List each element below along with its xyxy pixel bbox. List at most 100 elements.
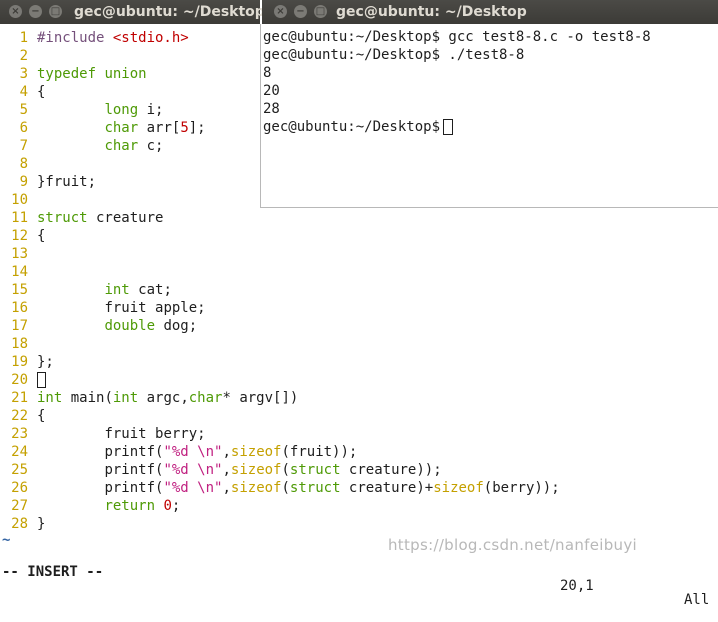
maximize-icon[interactable]: □ — [314, 5, 327, 18]
type-keyword: int — [112, 390, 139, 406]
keyword: return — [104, 498, 156, 514]
code-text: ( — [281, 480, 290, 496]
sizeof-keyword: sizeof — [230, 480, 282, 496]
line-number: 25 — [11, 462, 28, 478]
line-number: 19 — [11, 354, 28, 370]
line-number: 22 — [11, 408, 28, 424]
header-text: <stdio.h> — [112, 30, 189, 46]
type-keyword: char — [104, 138, 139, 154]
terminal-line: gec@ubuntu:~/Desktop$ ./test8-8 — [263, 47, 525, 63]
type-keyword: int — [37, 390, 63, 406]
code-text: }; — [37, 354, 54, 370]
code-text: printf( — [104, 462, 164, 478]
code-text: printf( — [104, 480, 164, 496]
code-text: , — [222, 480, 231, 496]
code-text: { — [37, 408, 46, 424]
line-number: 12 — [11, 228, 28, 244]
code-text: fruit berry; — [104, 426, 206, 442]
code-text: fruit apple; — [104, 300, 206, 316]
code-line: 17 double dog; — [0, 317, 560, 335]
line-number: 5 — [19, 102, 28, 118]
line-number: 3 — [19, 66, 28, 82]
line-number: 15 — [11, 282, 28, 298]
code-text: }fruit; — [37, 174, 97, 190]
type-keyword: char — [188, 390, 223, 406]
code-line: 28} — [0, 515, 560, 533]
close-icon[interactable]: × — [274, 5, 287, 18]
terminal-prompt-line[interactable]: gec@ubuntu:~/Desktop$ — [263, 118, 651, 136]
terminal-output[interactable]: gec@ubuntu:~/Desktop$ gcc test8-8.c -o t… — [263, 28, 651, 136]
preprocessor-text: #include — [37, 30, 113, 46]
terminal-line: 8 — [263, 65, 272, 81]
code-text: main( — [62, 390, 113, 406]
line-number: 2 — [19, 48, 28, 64]
type-keyword: double — [104, 318, 156, 334]
line-number: 11 — [11, 210, 28, 226]
code-text: creature — [87, 210, 164, 226]
code-line: 23 fruit berry; — [0, 425, 560, 443]
line-number: 20 — [11, 372, 28, 388]
sizeof-keyword: sizeof — [230, 462, 282, 478]
code-line: 15 int cat; — [0, 281, 560, 299]
code-text: creature)+ — [340, 480, 434, 496]
type-keyword: long — [104, 102, 139, 118]
code-line: 26 printf("%d \n",sizeof(struct creature… — [0, 479, 560, 497]
line-number: 14 — [11, 264, 28, 280]
code-line: 16 fruit apple; — [0, 299, 560, 317]
editor-window-title: gec@ubuntu: ~/Desktop — [74, 4, 265, 20]
scroll-indicator: All — [684, 592, 710, 608]
code-line-current: 20 — [0, 371, 560, 389]
keyword: typedef — [37, 66, 97, 82]
terminal-line: 28 — [263, 101, 280, 117]
minimize-icon[interactable]: − — [294, 5, 307, 18]
code-line: 27 return 0; — [0, 497, 560, 515]
code-text: ( — [281, 462, 290, 478]
code-line: 13 — [0, 245, 560, 263]
code-text: { — [37, 84, 46, 100]
line-number: 23 — [11, 426, 28, 442]
code-line: 19}; — [0, 353, 560, 371]
code-text: cat; — [129, 282, 172, 298]
code-line: 14 — [0, 263, 560, 281]
code-text: , — [222, 444, 231, 460]
type-keyword: int — [104, 282, 130, 298]
code-text: ]; — [188, 120, 206, 136]
sizeof-keyword: sizeof — [433, 480, 484, 496]
cursor-position: 20,1 — [560, 578, 594, 594]
mode-indicator: -- INSERT -- — [2, 564, 104, 580]
vim-status-bar: -- INSERT -- 20,1 All — [0, 551, 718, 607]
code-line: 18 — [0, 335, 560, 353]
string-literal: "%d \n" — [163, 444, 223, 460]
code-line: 22 { — [0, 407, 560, 425]
keyword: struct — [289, 462, 341, 478]
line-number: 16 — [11, 300, 28, 316]
line-number: 24 — [11, 444, 28, 460]
terminal-titlebar: × − □ gec@ubuntu: ~/Desktop — [262, 0, 718, 24]
code-line: 12 { — [0, 227, 560, 245]
code-text: dog; — [155, 318, 198, 334]
code-text: arr[ — [138, 120, 181, 136]
sizeof-keyword: sizeof — [230, 444, 282, 460]
keyword: struct — [289, 480, 341, 496]
line-number: 17 — [11, 318, 28, 334]
code-line: 24 printf("%d \n",sizeof(fruit)); — [0, 443, 560, 461]
line-number: 13 — [11, 246, 28, 262]
terminal-window-title: gec@ubuntu: ~/Desktop — [336, 4, 527, 20]
line-number: 21 — [11, 390, 28, 406]
close-icon[interactable]: × — [9, 5, 22, 18]
string-literal: "%d \n" — [163, 480, 223, 496]
terminal-window[interactable]: gec@ubuntu:~/Desktop$ gcc test8-8.c -o t… — [260, 24, 718, 208]
line-number: 9 — [19, 174, 28, 190]
code-line: 21 int main(int argc,char* argv[]) — [0, 389, 560, 407]
code-text: (fruit)); — [281, 444, 358, 460]
code-text: argc, — [138, 390, 189, 406]
minimize-icon[interactable]: − — [29, 5, 42, 18]
code-text: c; — [138, 138, 164, 154]
terminal-line: 20 — [263, 83, 280, 99]
maximize-icon[interactable]: □ — [49, 5, 62, 18]
code-line: 11 struct creature — [0, 209, 560, 227]
editor-titlebar: × − □ gec@ubuntu: ~/Desktop — [0, 0, 265, 24]
line-number: 10 — [11, 192, 28, 208]
terminal-cursor — [443, 119, 454, 135]
line-number: 26 — [11, 480, 28, 496]
